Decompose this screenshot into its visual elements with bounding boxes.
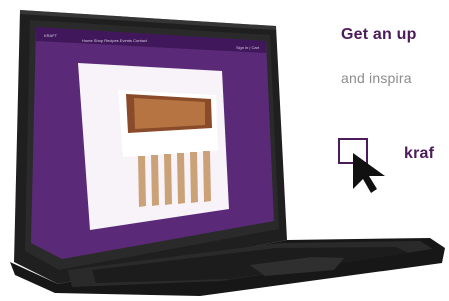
- screen-nav: Home Shop Recipes Events Contact: [82, 38, 147, 43]
- cursor-arrow-icon: [353, 153, 385, 193]
- screen-right-links: Sign in | Cart: [236, 45, 260, 50]
- promo-headline: Get an up: [341, 26, 417, 43]
- promo-subline: and inspira: [341, 70, 412, 86]
- promo-link-text[interactable]: kraf: [404, 145, 434, 163]
- screen-brand: KRAFT: [44, 33, 58, 38]
